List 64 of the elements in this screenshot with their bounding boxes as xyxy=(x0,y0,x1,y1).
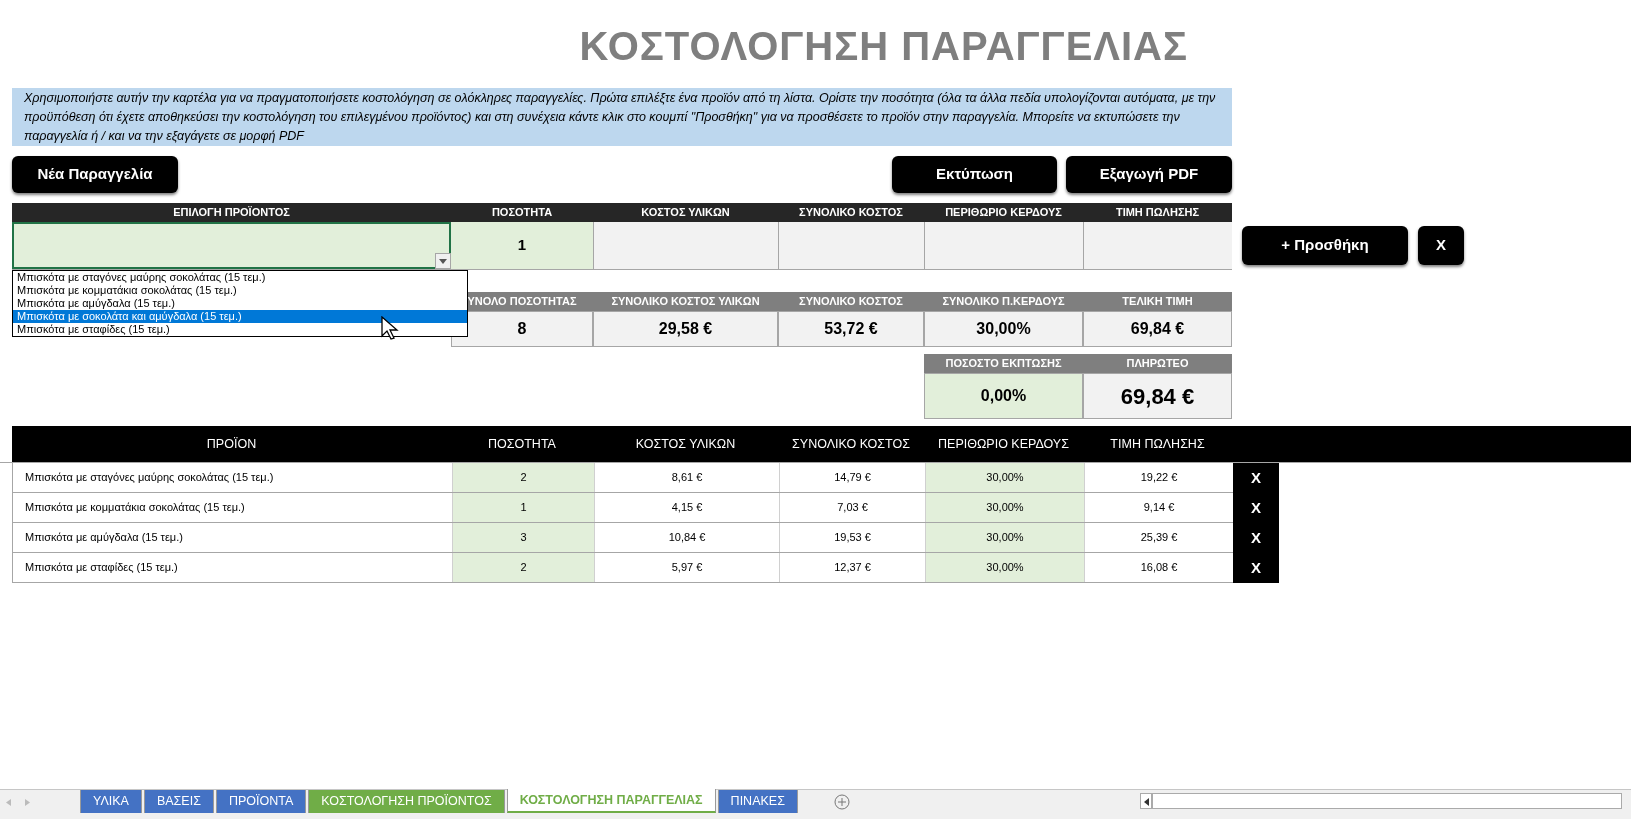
column-header: ΣΥΝΟΛΙΚΟ ΚΟΣΤΟΣ xyxy=(791,435,911,453)
table-cell: 30,00% xyxy=(925,553,1084,582)
table-cell-text: Μπισκότα με αμύγδαλα (15 τεμ.) xyxy=(24,530,184,546)
table-cell: 10,84 € xyxy=(594,523,779,552)
column-header: ΠΟΣΟΣΤΟ ΕΚΠΤΩΣΗΣ xyxy=(924,354,1083,373)
total-cell: 8 xyxy=(451,311,593,347)
table-cell: 2 xyxy=(452,463,594,492)
scroll-right-icon[interactable] xyxy=(25,798,30,806)
table-cell: 3 xyxy=(452,523,594,552)
column-header: ΠΕΡΙΘΩΡΙΟ ΚΕΡΔΟΥΣ xyxy=(944,205,1063,221)
export-pdf-button[interactable]: Εξαγωγή PDF xyxy=(1066,156,1232,193)
total-cell: 30,00% xyxy=(924,311,1083,347)
total-cell: 53,72 € xyxy=(778,311,924,347)
table-cell: 4,15 € xyxy=(594,493,779,522)
table-cell: 30,00% xyxy=(925,463,1084,492)
table-cell-text: Μπισκότα με σταγόνες μαύρης σοκολάτας (15 τεμ.) xyxy=(24,470,275,486)
amount-due-cell: 69,84 € xyxy=(1083,373,1232,419)
table-cell: 30,00% xyxy=(925,523,1084,552)
column-header: ΣΥΝΟΛΙΚΟ ΚΟΣΤΟΣ xyxy=(778,292,924,311)
add-sheet-icon[interactable] xyxy=(833,794,850,810)
new-order-button[interactable]: Νέα Παραγγελία xyxy=(12,156,178,193)
table-cell: 5,97 € xyxy=(594,553,779,582)
sheet-tab[interactable]: ΠΡΟΪΟΝΤΑ xyxy=(215,790,307,813)
table-cell: 30,00% xyxy=(925,493,1084,522)
product-select-field[interactable] xyxy=(12,222,451,269)
column-header: ΕΠΙΛΟΓΗ ΠΡΟΪΟΝΤΟΣ xyxy=(172,205,291,221)
column-header: ΣΥΝΟΛΙΚΟ Π.ΚΕΡΔΟΥΣ xyxy=(924,292,1083,311)
sheet-tab[interactable]: ΒΑΣΕΙΣ xyxy=(143,790,214,813)
instructions-text: Χρησιμοποιήστε αυτήν την καρτέλα για να πραγματοποιήσετε κοστολόγηση σε ολόκληρες παραγγελίες. Πρώτα επιλέξτε ένα προϊόν από τη λίστα. Ορίστε την ποσότητα (όλα τα άλλα πεδία υπολογίζονται αυτόματα, με την προϋπόθεση ότι έχετε αποθηκεύσει την κοστολόγηση του επιλεγμένου προϊόντος) και στη συνέχεια κάντε κλικ στο κουμπί "Προσθήκη" για να προσθέσετε το προϊόν στην παραγγελία. Μπορείτε να εκτυπώσετε την παραγγελία ή / και να την εξαγάγετε σε μορφή PDF xyxy=(12,88,1232,146)
remove-row-button[interactable]: X xyxy=(1233,493,1279,523)
column-header: ΠΟΣΟΤΗΤΑ xyxy=(487,435,557,453)
sheet-tab[interactable]: ΠΙΝΑΚΕΣ xyxy=(717,790,798,813)
remove-row-button[interactable]: X xyxy=(1233,523,1279,553)
scroll-left-icon[interactable] xyxy=(1139,793,1152,809)
sheet-tab[interactable]: ΥΛΙΚΑ xyxy=(80,790,142,813)
column-header: ΠΡΟΪΟΝ xyxy=(205,435,258,453)
dropdown-option[interactable]: Μπισκότα με σταγόνες μαύρης σοκολάτας (15 τεμ.) xyxy=(13,271,467,284)
column-header: ΚΟΣΤΟΣ ΥΛΙΚΩΝ xyxy=(634,435,737,453)
column-header: ΠΛΗΡΩΤΕΟ xyxy=(1083,354,1232,373)
clear-button[interactable]: X xyxy=(1418,226,1464,265)
column-header: ΣΥΝΟΛΙΚΟ ΚΟΣΤΟΣ xyxy=(798,205,904,221)
table-cell: 1 xyxy=(452,493,594,522)
discount-cell[interactable]: 0,00% xyxy=(924,373,1083,419)
horizontal-scrollbar[interactable] xyxy=(1151,793,1622,809)
column-header: ΤΕΛΙΚΗ ΤΙΜΗ xyxy=(1083,292,1232,311)
remove-row-button[interactable]: X xyxy=(1233,463,1279,493)
column-header: ΤΙΜΗ ΠΩΛΗΣΗΣ xyxy=(1114,205,1201,221)
total-cell: 29,58 € xyxy=(593,311,778,347)
dropdown-option[interactable]: Μπισκότα με σοκολάτα και αμύγδαλα (15 τεμ.) xyxy=(13,310,467,323)
table-cell-text: Μπισκότα με σταφίδες (15 τεμ.) xyxy=(24,560,179,576)
column-header: ΠΟΣΟΤΗΤΑ xyxy=(490,205,554,221)
quantity-cell[interactable]: 1 xyxy=(451,222,593,269)
table-cell-text: Μπισκότα με κομματάκια σοκολάτας (15 τεμ.) xyxy=(24,500,246,516)
remove-row-button[interactable]: X xyxy=(1233,553,1279,583)
column-header: ΚΟΣΤΟΣ ΥΛΙΚΩΝ xyxy=(640,205,731,221)
print-button[interactable]: Εκτύπωση xyxy=(892,156,1057,193)
add-button[interactable]: + Προσθήκη xyxy=(1242,226,1408,265)
column-header: ΠΕΡΙΘΩΡΙΟ ΚΕΡΔΟΥΣ xyxy=(937,435,1070,453)
total-cell: 69,84 € xyxy=(1083,311,1232,347)
table-cell: 2 xyxy=(452,553,594,582)
page-title: ΚΟΣΤΟΛΟΓΗΣΗ ΠΑΡΑΓΓΕΛΙΑΣ xyxy=(579,26,1188,68)
table-cell: 8,61 € xyxy=(594,463,779,492)
column-header: ΣΥΝΟΛΙΚΟ ΚΟΣΤΟΣ ΥΛΙΚΩΝ xyxy=(593,292,778,311)
column-header: ΤΙΜΗ ΠΩΛΗΣΗΣ xyxy=(1109,435,1206,453)
